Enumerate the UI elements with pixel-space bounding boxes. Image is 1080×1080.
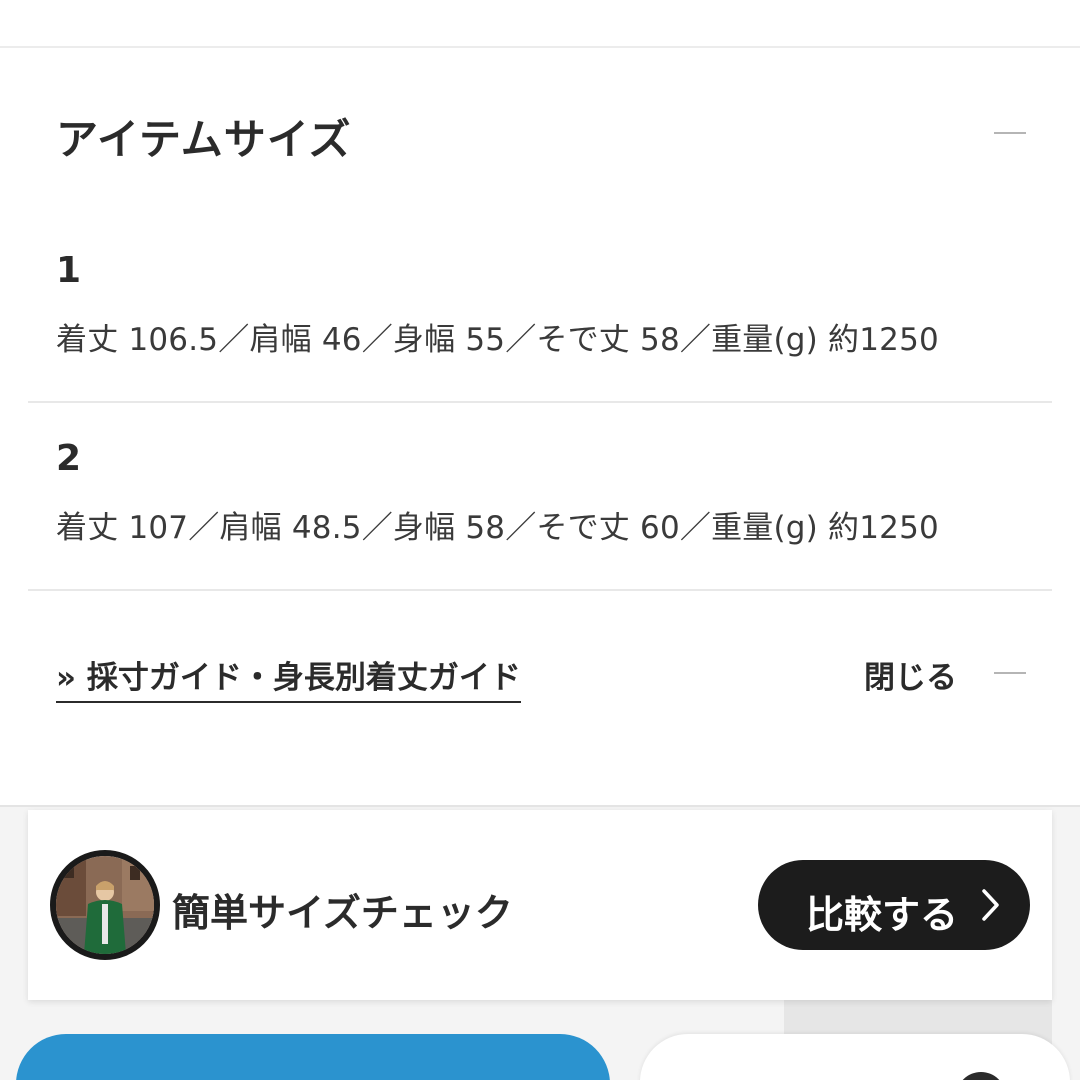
avatar-photo-icon: [56, 856, 154, 954]
row-divider: [28, 589, 1052, 591]
favorite-panel[interactable]: [640, 1034, 1070, 1080]
top-divider: [0, 46, 1080, 48]
compare-label: 比較する: [806, 884, 958, 939]
measurement-guide-link[interactable]: » 採寸ガイド・身長別着丈ガイド: [56, 652, 521, 703]
chevron-right-icon: [980, 887, 1002, 923]
row-divider: [28, 401, 1052, 403]
page: アイテムサイズ 1 着丈 106.5／肩幅 46／身幅 55／そで丈 58／重量…: [0, 0, 1080, 1080]
size-label: 1: [56, 250, 81, 291]
close-button[interactable]: 閉じる: [864, 652, 957, 697]
size-detail: 着丈 107／肩幅 48.5／身幅 58／そで丈 60／重量(g) 約1250: [56, 502, 939, 547]
size-check-title: 簡単サイズチェック: [172, 882, 513, 937]
size-detail: 着丈 106.5／肩幅 46／身幅 55／そで丈 58／重量(g) 約1250: [56, 314, 939, 359]
avatar: [50, 850, 160, 960]
size-label: 2: [56, 438, 81, 479]
add-to-cart-button[interactable]: [16, 1034, 610, 1080]
compare-button[interactable]: 比較する: [758, 860, 1030, 950]
section-title: アイテムサイズ: [56, 106, 352, 167]
size-check-card: 簡単サイズチェック 比較する: [28, 810, 1052, 1000]
bottom-divider: [0, 805, 1080, 807]
collapse-toggle-icon[interactable]: [990, 118, 1030, 148]
minus-icon[interactable]: [990, 658, 1030, 688]
